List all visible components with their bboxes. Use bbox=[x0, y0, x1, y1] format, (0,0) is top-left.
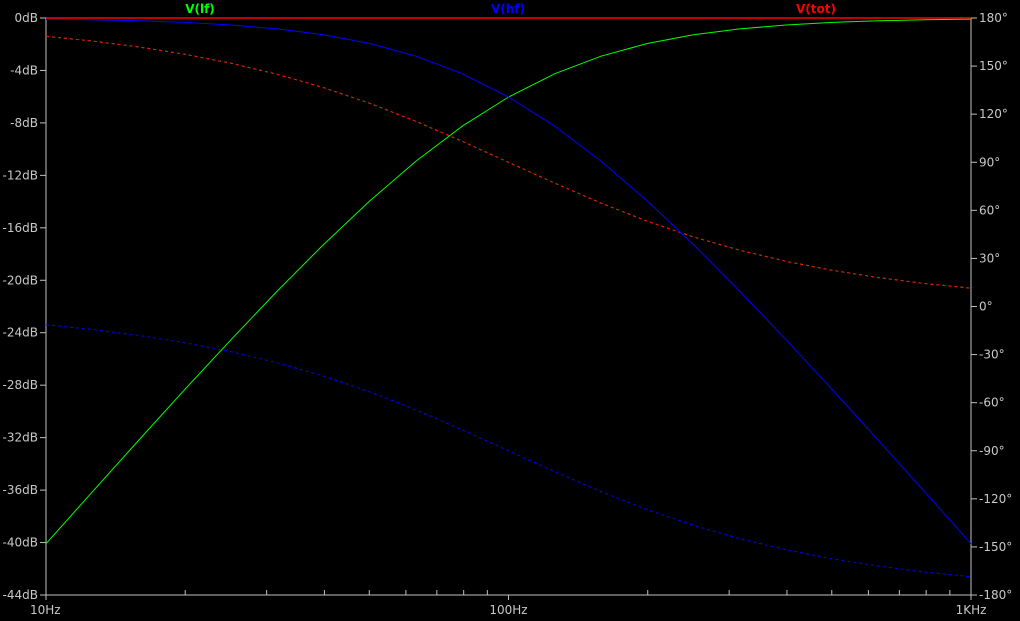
left-tick-label: -32dB bbox=[3, 431, 38, 445]
right-tick-label: 150° bbox=[979, 59, 1008, 73]
phase-trace-vhf bbox=[45, 324, 972, 578]
legend-v-tot[interactable]: V(tot) bbox=[796, 2, 836, 16]
bode-plot: 0dB -4dB -8dB -12dB -16dB -20dB -24dB -28dB -32d… bbox=[3, 2, 1013, 617]
right-tick-label: -150° bbox=[979, 540, 1012, 554]
x-tick-label: 10Hz bbox=[30, 603, 61, 617]
x-tick-label: 1KHz bbox=[956, 603, 987, 617]
legend-v-hf[interactable]: V(hf) bbox=[491, 2, 525, 16]
right-tick-label: 120° bbox=[979, 107, 1008, 121]
right-tick-label: -30° bbox=[979, 348, 1005, 362]
left-tick-label: -36dB bbox=[3, 483, 38, 497]
magnitude-trace-vhf bbox=[45, 18, 972, 545]
left-tick-label: -44dB bbox=[3, 588, 38, 602]
left-tick-label: -24dB bbox=[3, 326, 38, 340]
right-tick-label: 0° bbox=[979, 300, 993, 314]
left-tick-label: -4dB bbox=[10, 63, 38, 77]
right-tick-label: -120° bbox=[979, 492, 1012, 506]
legend-v-lf[interactable]: V(lf) bbox=[185, 2, 215, 16]
left-tick-label: -28dB bbox=[3, 378, 38, 392]
left-tick-label: -20dB bbox=[3, 273, 38, 287]
left-tick-label: -16dB bbox=[3, 221, 38, 235]
legend: V(lf) V(hf) V(tot) bbox=[185, 2, 836, 16]
axes: 0dB -4dB -8dB -12dB -16dB -20dB -24dB -28dB -32d… bbox=[3, 11, 1013, 617]
right-tick-label: 60° bbox=[979, 203, 1000, 217]
left-tick-label: -8dB bbox=[10, 116, 38, 130]
right-tick-label: -60° bbox=[979, 396, 1005, 410]
right-tick-label: -90° bbox=[979, 444, 1005, 458]
right-tick-label: -180° bbox=[979, 588, 1012, 602]
x-tick-label: 100Hz bbox=[489, 603, 527, 617]
left-tick-label: -12dB bbox=[3, 168, 38, 182]
traces bbox=[45, 17, 972, 578]
magnitude-trace-vlf bbox=[45, 18, 972, 545]
phase-trace-vtot bbox=[45, 35, 972, 289]
right-tick-label: 90° bbox=[979, 155, 1000, 169]
right-tick-label: 30° bbox=[979, 251, 1000, 265]
left-tick-label: -40dB bbox=[3, 536, 38, 550]
right-tick-label: 180° bbox=[979, 11, 1008, 25]
left-tick-label: 0dB bbox=[15, 11, 38, 25]
